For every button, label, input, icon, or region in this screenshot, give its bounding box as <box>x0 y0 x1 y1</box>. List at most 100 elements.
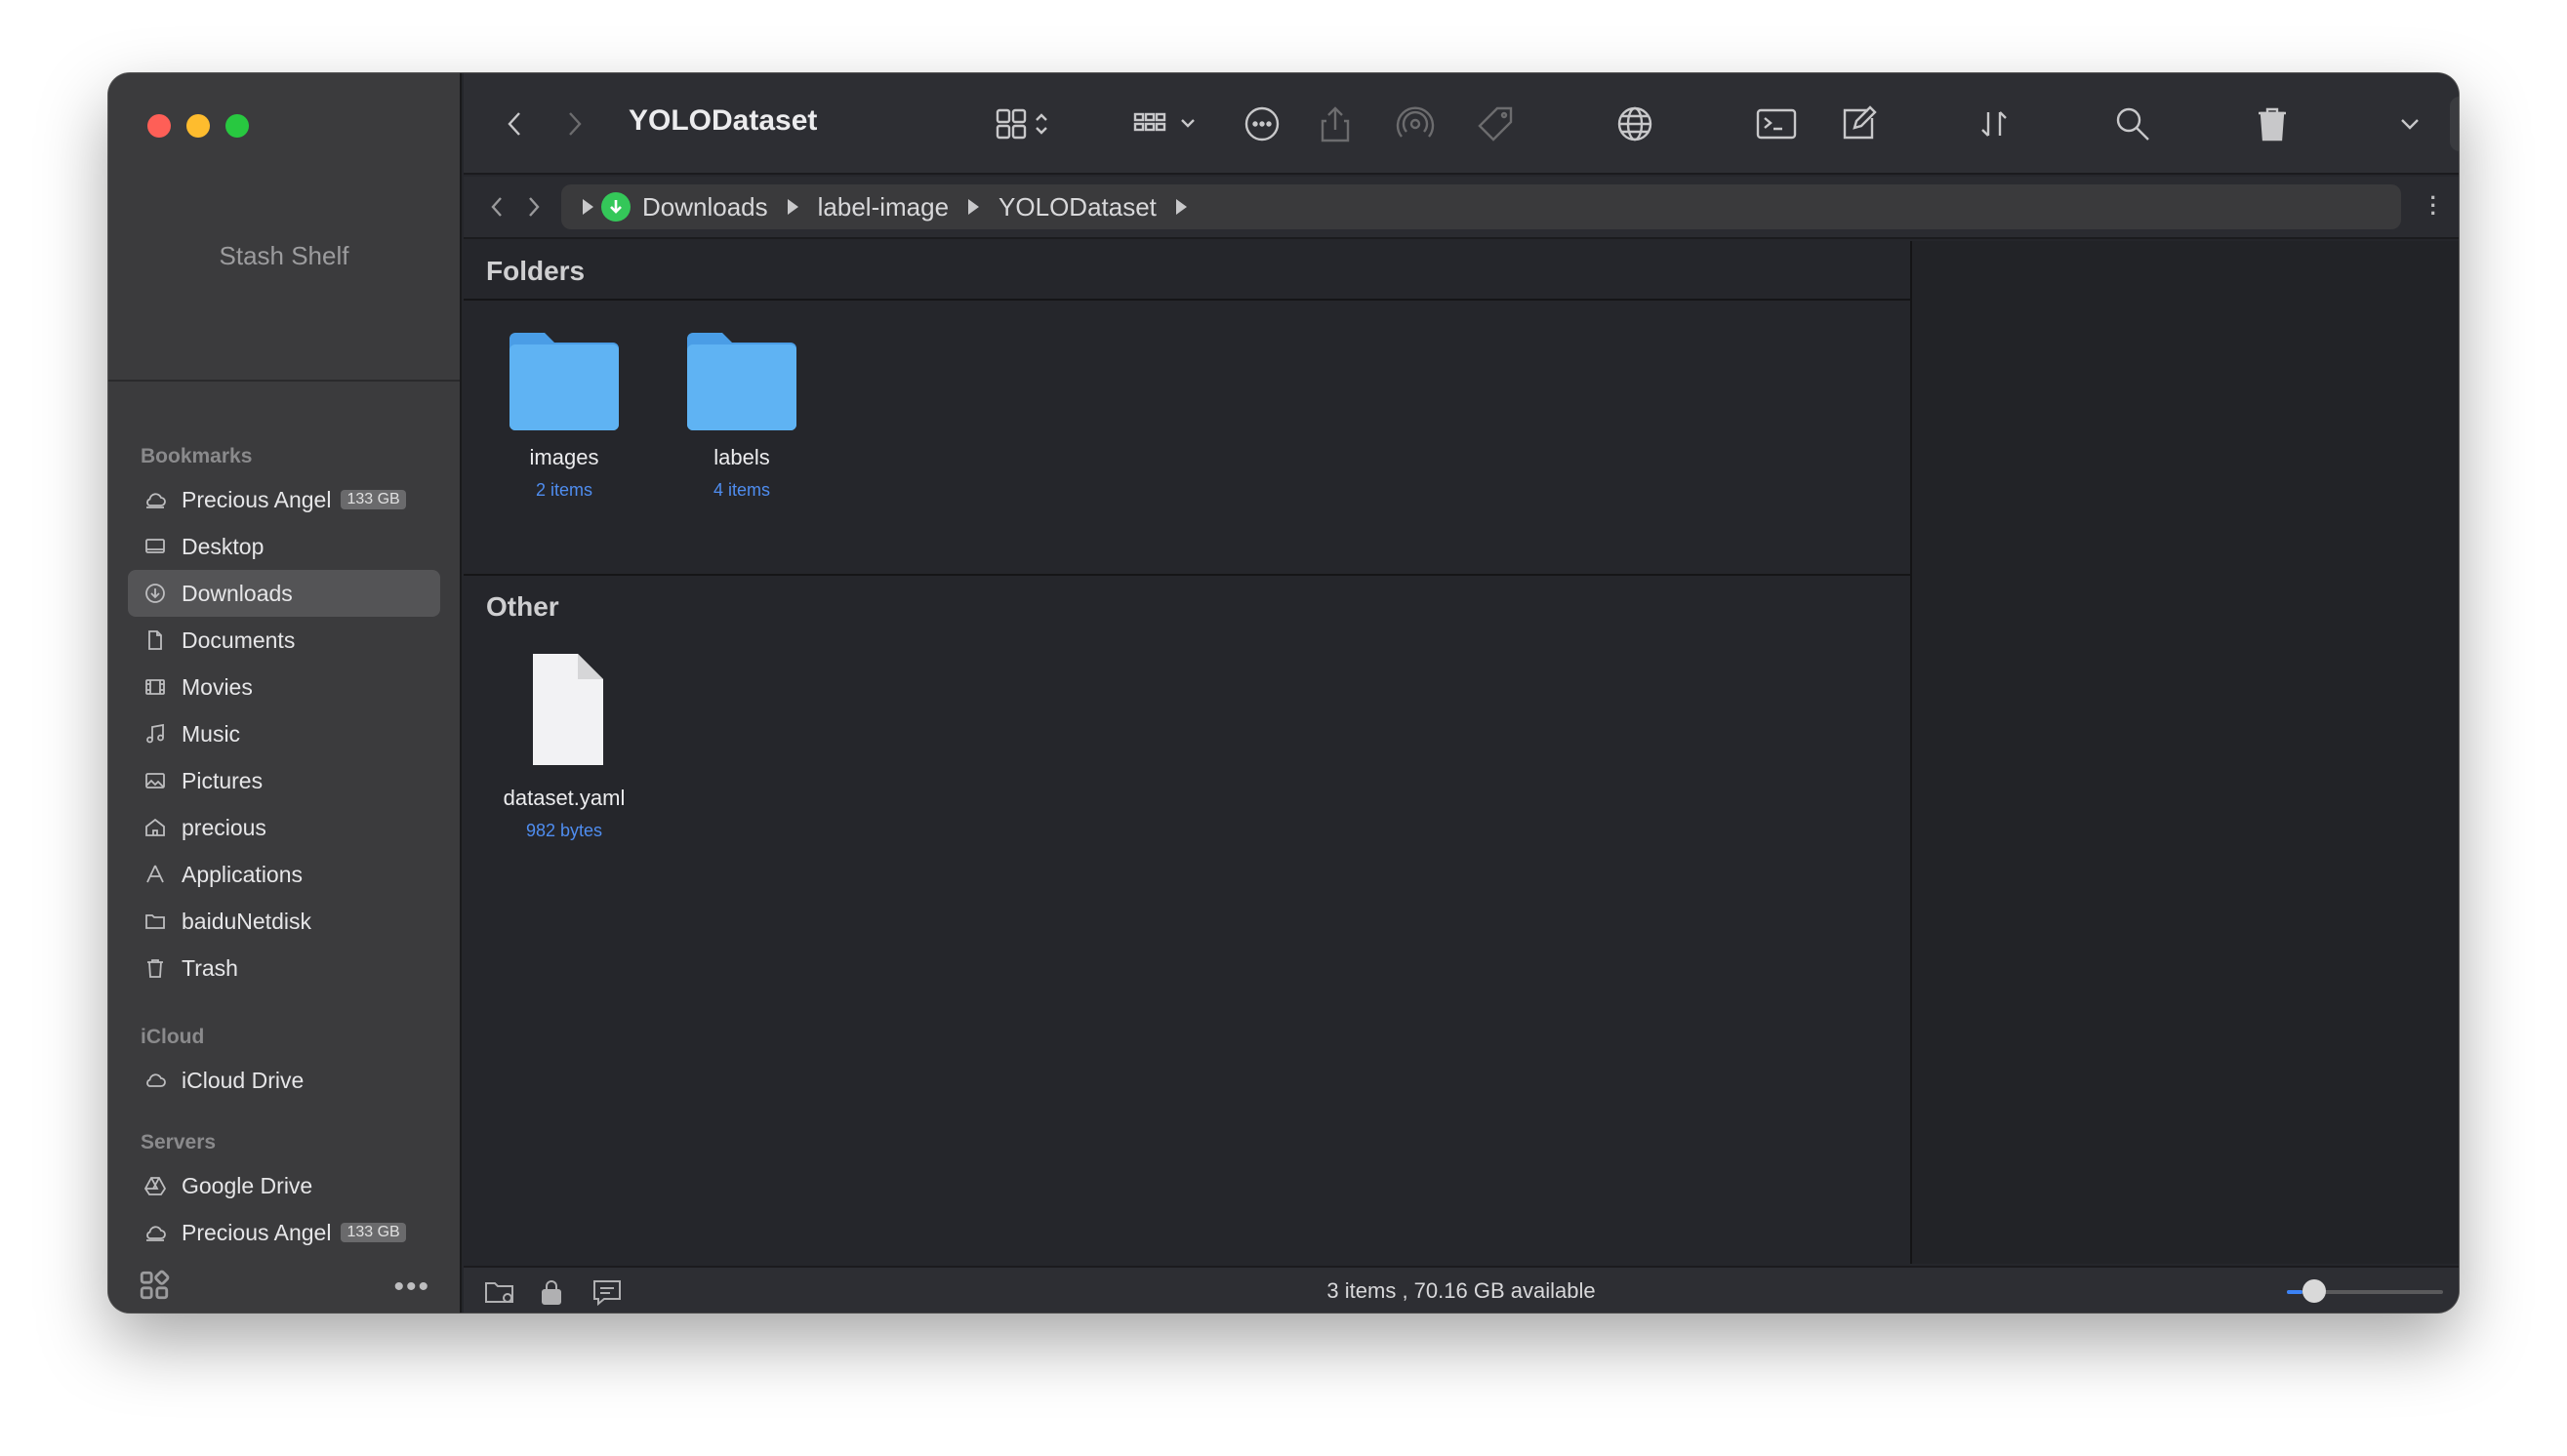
sidebar-divider <box>108 380 460 382</box>
group-divider <box>464 574 1910 576</box>
terminal-icon[interactable] <box>1755 102 1798 145</box>
photo-icon <box>143 768 168 793</box>
zoom-slider-knob[interactable] <box>2302 1279 2326 1303</box>
trash-icon <box>143 955 168 981</box>
breadcrumb: Downloads label-image YOLODataset <box>561 184 2401 229</box>
cloud-drive-icon <box>143 1220 168 1245</box>
applications-icon <box>143 862 168 887</box>
desktop-icon <box>143 534 168 559</box>
sidebar-item-label: Downloads <box>182 580 293 606</box>
forward-button[interactable] <box>563 102 587 145</box>
sidebar-item-google-drive[interactable]: Google Drive <box>128 1162 440 1209</box>
sort-arrows-icon[interactable] <box>1976 102 2012 145</box>
downloads-badge-icon <box>601 192 631 222</box>
file-meta: 2 items <box>535 480 593 500</box>
stash-shelf-label[interactable]: Stash Shelf <box>108 241 460 271</box>
icloud-icon <box>143 1068 168 1093</box>
path-forward-button[interactable] <box>524 194 544 224</box>
actions-ellipsis-icon[interactable] <box>1243 102 1282 145</box>
sidebar-item-icloud-drive[interactable]: iCloud Drive <box>128 1057 440 1104</box>
sidebar-item-applications[interactable]: Applications <box>128 851 440 898</box>
file-name: dataset.yaml <box>503 786 626 810</box>
sidebar-item-label: Google Drive <box>182 1172 313 1198</box>
icon-view-toggle[interactable] <box>994 102 1056 145</box>
breadcrumb-separator[interactable] <box>1175 199 1187 215</box>
group-header-other: Other <box>486 591 559 622</box>
sidebar-item-label: Documents <box>182 627 296 653</box>
grid-apps-icon[interactable] <box>138 1269 171 1307</box>
file-meta: 982 bytes <box>525 821 603 840</box>
file-item-dataset-yaml[interactable]: dataset.yaml 982 bytes <box>476 650 652 841</box>
group-divider <box>464 299 1910 301</box>
breadcrumb-item-yolodataset[interactable]: YOLODataset <box>998 192 1157 222</box>
section-header: iCloud <box>141 1026 205 1048</box>
sidebar-item-baidunetdisk[interactable]: baiduNetdisk <box>128 898 440 945</box>
edit-compose-icon[interactable] <box>1839 102 1878 145</box>
window-controls <box>147 114 249 138</box>
sidebar-item-documents[interactable]: Documents <box>128 617 440 664</box>
group-by-button[interactable] <box>1131 102 1202 145</box>
breadcrumb-item-label-image[interactable]: label-image <box>818 192 949 222</box>
capacity-badge: 133 GB <box>341 490 406 509</box>
cloud-drive-icon <box>143 487 168 512</box>
file-name: images <box>529 445 599 469</box>
breadcrumb-separator <box>968 199 980 215</box>
sidebar-footer: ••• <box>108 1262 460 1313</box>
folder-icon <box>143 909 168 934</box>
sidebar-item-precious-angel[interactable]: Precious Angel 133 GB <box>128 476 440 523</box>
google-drive-icon <box>143 1173 168 1198</box>
breadcrumb-triangle-icon <box>583 199 593 215</box>
section-header: Servers <box>141 1131 217 1153</box>
status-bar: 3 items , 70.16 GB available ••• <box>464 1266 2459 1313</box>
zoom-button[interactable] <box>225 114 249 138</box>
sidebar-item-label: Precious Angel <box>182 1219 332 1245</box>
sidebar-item-precious-angel-server[interactable]: Precious Angel 133 GB <box>128 1209 440 1256</box>
trash-icon[interactable] <box>2256 102 2289 145</box>
zoom-slider-fill <box>2287 1290 2302 1294</box>
path-bar: Downloads label-image YOLODataset · · · <box>464 177 2459 239</box>
preview-pane <box>1910 241 2459 1264</box>
sidebar-item-label: baiduNetdisk <box>182 908 311 934</box>
toolbar: YOLODataset <box>464 73 2459 175</box>
sidebar-item-label: Applications <box>182 861 304 887</box>
file-item-labels[interactable]: labels 4 items <box>654 329 830 501</box>
capacity-badge: 133 GB <box>341 1223 406 1242</box>
sidebar-item-label: Pictures <box>182 767 264 793</box>
sidebar-item-pictures[interactable]: Pictures <box>128 757 440 804</box>
sidebar-item-label: Music <box>182 720 241 747</box>
tag-icon[interactable] <box>1476 102 1515 145</box>
window-title: YOLODataset <box>629 104 818 137</box>
airdrop-icon[interactable] <box>1396 102 1435 145</box>
sidebar: Stash Shelf Bookmarks Precious Angel 133… <box>108 73 462 1313</box>
status-text: 3 items , 70.16 GB available <box>1326 1278 1596 1303</box>
sidebar-item-movies[interactable]: Movies <box>128 664 440 710</box>
share-icon[interactable] <box>1318 102 1353 145</box>
sidebar-item-label: Desktop <box>182 533 265 559</box>
close-button[interactable] <box>147 114 171 138</box>
zoom-slider[interactable] <box>2287 1279 2443 1303</box>
sidebar-item-music[interactable]: Music <box>128 710 440 757</box>
chevron-down-icon[interactable] <box>2396 102 2424 145</box>
path-back-button[interactable] <box>487 194 507 224</box>
sidebar-section-servers: Servers Google Drive Precious Angel 133 … <box>108 1123 460 1256</box>
file-item-images[interactable]: images 2 items <box>476 329 652 501</box>
search-icon[interactable] <box>2113 102 2152 145</box>
section-header: Bookmarks <box>141 445 253 467</box>
back-button[interactable] <box>503 102 526 145</box>
file-meta: 4 items <box>713 480 771 500</box>
film-icon <box>143 674 168 700</box>
breadcrumb-item-downloads[interactable]: Downloads <box>642 192 768 222</box>
sidebar-item-precious[interactable]: precious <box>128 804 440 851</box>
more-options-icon[interactable]: ••• <box>393 1271 430 1304</box>
globe-icon[interactable] <box>1615 102 1654 145</box>
sidebar-item-desktop[interactable]: Desktop <box>128 523 440 570</box>
sidebar-item-label: Movies <box>182 673 253 700</box>
sidebar-item-trash[interactable]: Trash <box>128 945 440 991</box>
music-note-icon <box>143 721 168 747</box>
document-icon <box>143 627 168 653</box>
preview-pane-toggle[interactable] <box>2450 97 2459 151</box>
minimize-button[interactable] <box>186 114 210 138</box>
sidebar-item-downloads[interactable]: Downloads <box>128 570 440 617</box>
path-more-icon[interactable]: · · · <box>2430 187 2437 224</box>
sidebar-item-label: Trash <box>182 954 238 981</box>
